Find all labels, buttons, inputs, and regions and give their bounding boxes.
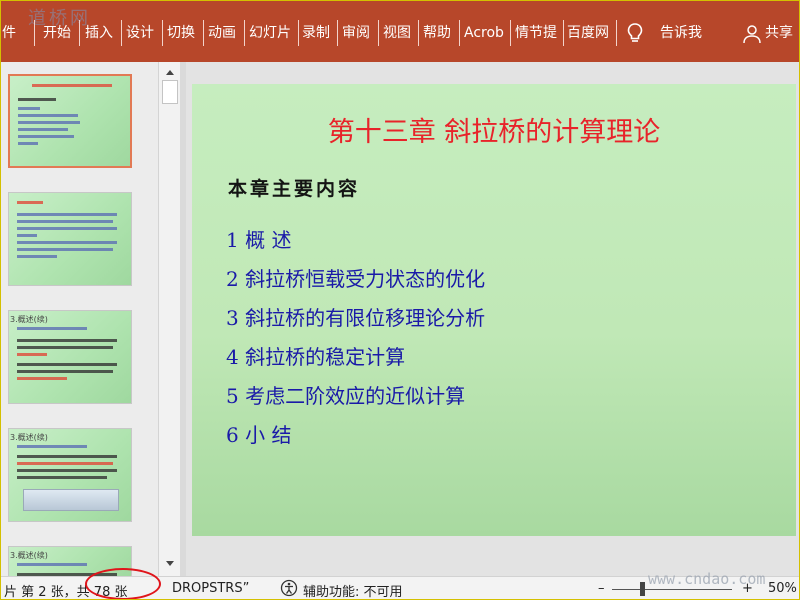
thumbnail-text-line xyxy=(17,346,113,349)
thumbnail-text-line xyxy=(18,128,68,131)
tab-animations[interactable]: 动画 xyxy=(208,20,240,46)
tab-insert[interactable]: 插入 xyxy=(85,20,117,46)
tab-separator xyxy=(162,20,163,46)
thumbnail-heading: 3.概述(续) xyxy=(10,551,48,560)
tab-separator xyxy=(337,20,338,46)
slide-subtitle[interactable]: 本章主要内容 xyxy=(228,174,360,201)
thumbnail-scrollbar[interactable] xyxy=(158,62,180,576)
tab-separator xyxy=(563,20,564,46)
thumbnail-text-line xyxy=(17,248,113,251)
slide-thumbnail-3[interactable] xyxy=(8,192,132,286)
tab-slideshow[interactable]: 幻灯片 xyxy=(249,20,295,46)
zoom-slider-handle[interactable] xyxy=(640,582,645,596)
thumbnail-text-line xyxy=(17,339,117,342)
lightbulb-icon[interactable] xyxy=(626,22,644,44)
user-icon[interactable] xyxy=(742,24,762,44)
slide-thumbnail-4[interactable]: 3.概述(续) xyxy=(8,310,132,404)
thumbnail-text-line xyxy=(17,377,67,380)
tab-review[interactable]: 审阅 xyxy=(342,20,374,46)
thumbnail-text-line xyxy=(17,213,117,216)
thumbnail-text-line xyxy=(17,370,113,373)
thumbnail-text-line xyxy=(17,363,117,366)
content-item-5[interactable]: 5 考虑二阶效应的近似计算 xyxy=(226,380,465,409)
share-button[interactable]: 共享 xyxy=(765,20,800,46)
scroll-up-arrow-icon[interactable] xyxy=(163,66,177,80)
tab-home[interactable]: 开始 xyxy=(43,20,75,46)
tab-separator xyxy=(79,20,80,46)
thumbnail-text-line xyxy=(17,227,117,230)
tab-separator xyxy=(378,20,379,46)
thumbnail-text-line xyxy=(18,142,38,145)
tab-separator xyxy=(121,20,122,46)
thumbnail-title-line xyxy=(17,201,43,204)
bridge-image-thumbnail xyxy=(23,489,119,511)
thumbnail-text-line xyxy=(17,241,117,244)
zoom-percentage[interactable]: 50% xyxy=(768,581,797,596)
zoom-slider[interactable] xyxy=(612,589,732,590)
thumbnail-text-line xyxy=(17,455,117,458)
content-item-6[interactable]: 6 小 结 xyxy=(226,419,291,448)
tab-separator xyxy=(34,20,35,46)
content-item-3[interactable]: 3 斜拉桥的有限位移理论分析 xyxy=(226,302,485,331)
thumbnail-text-line xyxy=(17,353,47,356)
thumbnail-text-line xyxy=(17,476,107,479)
thumbnail-text-line xyxy=(17,220,113,223)
thumbnail-text-line xyxy=(17,445,87,448)
tab-transitions[interactable]: 切换 xyxy=(167,20,199,46)
theme-name[interactable]: DROPSTRS” xyxy=(172,581,249,596)
tab-separator xyxy=(510,20,511,46)
thumbnail-text-line xyxy=(17,563,87,566)
tab-separator xyxy=(298,20,299,46)
tab-separator xyxy=(459,20,460,46)
tell-me-search[interactable]: 告诉我 xyxy=(660,20,710,46)
content-item-1[interactable]: 1 概 述 xyxy=(226,224,291,253)
tab-storyline[interactable]: 情节提 xyxy=(515,20,561,46)
thumbnail-text-line xyxy=(18,135,74,138)
thumbnail-text-line xyxy=(18,114,78,117)
content-item-2[interactable]: 2 斜拉桥恒载受力状态的优化 xyxy=(226,263,485,292)
tab-separator xyxy=(203,20,204,46)
tab-acrobat[interactable]: Acrob xyxy=(464,20,508,46)
slide-thumbnail-2[interactable] xyxy=(8,74,132,168)
thumbnail-text-line xyxy=(17,462,113,465)
slide-thumbnail-5[interactable]: 3.概述(续) xyxy=(8,428,132,522)
scrollbar-thumb[interactable] xyxy=(162,80,178,104)
slide-title[interactable]: 第十三章 斜拉桥的计算理论 xyxy=(192,110,796,149)
accessibility-status[interactable]: 辅助功能: 不可用 xyxy=(303,581,403,600)
thumbnail-text-line xyxy=(17,234,37,237)
tab-view[interactable]: 视图 xyxy=(383,20,415,46)
tab-record[interactable]: 录制 xyxy=(302,20,334,46)
thumbnail-heading: 3.概述(续) xyxy=(10,433,48,442)
thumbnail-text-line xyxy=(18,121,80,124)
tab-separator xyxy=(244,20,245,46)
tab-help[interactable]: 帮助 xyxy=(423,20,455,46)
thumbnail-text-line xyxy=(17,255,57,258)
thumbnail-title-line xyxy=(32,84,112,87)
accessibility-icon[interactable] xyxy=(280,579,298,597)
watermark-url: www.cndao.com xyxy=(648,570,766,588)
tab-separator xyxy=(418,20,419,46)
thumbnail-pane: 3.概述(续) 3.概述(续) 3.概述(续) xyxy=(0,62,158,582)
thumbnail-text-line xyxy=(17,327,87,330)
tab-separator xyxy=(616,20,617,46)
thumbnail-text-line xyxy=(18,98,56,101)
scroll-down-arrow-icon[interactable] xyxy=(163,556,177,570)
thumbnail-heading: 3.概述(续) xyxy=(10,315,48,324)
tab-file[interactable]: 件 xyxy=(2,20,18,46)
tab-design[interactable]: 设计 xyxy=(126,20,158,46)
tab-baidu-netdisk[interactable]: 百度网 xyxy=(567,20,613,46)
content-item-4[interactable]: 4 斜拉桥的稳定计算 xyxy=(226,341,405,370)
main-slide[interactable]: 第十三章 斜拉桥的计算理论 本章主要内容 1 概 述 2 斜拉桥恒载受力状态的优… xyxy=(192,84,796,536)
thumbnail-text-line xyxy=(17,469,117,472)
zoom-out-button[interactable]: – xyxy=(598,581,605,596)
highlight-circle-annotation xyxy=(85,568,161,600)
ribbon: 道桥网 件 开始 插入 设计 切换 动画 幻灯片 录制 审阅 视图 帮助 Acr… xyxy=(0,0,800,62)
thumbnail-text-line xyxy=(18,107,40,110)
